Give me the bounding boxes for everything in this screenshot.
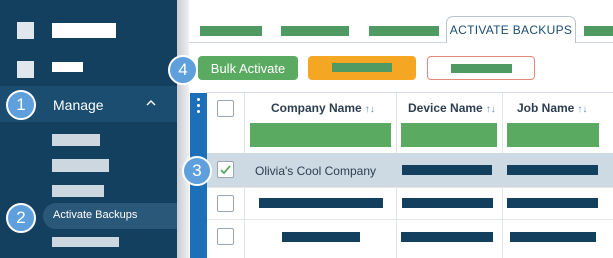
redacted-submenu-item[interactable]	[52, 134, 100, 146]
redacted-job-cell	[510, 232, 596, 242]
sidebar-item-activate-backups-label: Activate Backups	[53, 209, 138, 221]
column-header-label: Job Name	[517, 101, 575, 115]
more-vertical-icon[interactable]	[197, 98, 200, 116]
column-header-job-name[interactable]: Job Name ↑↓	[517, 101, 587, 115]
redacted-submenu-item[interactable]	[52, 159, 109, 172]
tab-redacted[interactable]	[584, 26, 613, 36]
tab-activate-backups[interactable]: ACTIVATE BACKUPS	[446, 16, 576, 43]
redacted-submenu-item[interactable]	[52, 237, 119, 247]
nav-icon[interactable]	[17, 61, 34, 78]
redacted-button-label	[332, 63, 392, 72]
table-top-border	[206, 92, 613, 93]
tab-redacted[interactable]	[281, 26, 349, 36]
row-divider	[207, 187, 613, 188]
company-filter-input[interactable]	[250, 123, 391, 147]
sort-icon[interactable]: ↑↓	[365, 104, 375, 115]
tab-redacted[interactable]	[200, 26, 262, 36]
callout-badge: 2	[6, 203, 36, 233]
row-checkbox-checked[interactable]	[217, 161, 234, 178]
redacted-outline-button[interactable]	[427, 56, 535, 80]
job-filter-input[interactable]	[507, 123, 599, 147]
redacted-company-cell	[282, 232, 360, 242]
sort-icon[interactable]: ↑↓	[577, 104, 587, 115]
row-divider	[207, 219, 613, 220]
nav-icon[interactable]	[17, 22, 34, 39]
column-header-label: Company Name	[271, 101, 362, 115]
callout-badge: 4	[168, 55, 198, 85]
column-header-company-name[interactable]: Company Name ↑↓	[271, 101, 375, 115]
row-checkbox[interactable]	[217, 228, 234, 245]
device-filter-input[interactable]	[401, 123, 497, 147]
redacted-device-cell	[402, 165, 492, 175]
sort-icon[interactable]: ↑↓	[486, 104, 496, 115]
redacted-submenu-item[interactable]	[52, 185, 104, 197]
redacted-device-cell	[401, 232, 493, 242]
column-header-label: Device Name	[408, 101, 483, 115]
redacted-nav-label[interactable]	[52, 23, 116, 38]
sidebar-item-manage-label: Manage	[53, 97, 104, 113]
callout-badge: 1	[6, 90, 36, 120]
redacted-device-cell	[402, 198, 493, 208]
redacted-button-label	[451, 64, 512, 73]
redacted-job-cell	[507, 165, 598, 175]
select-all-checkbox[interactable]	[217, 100, 234, 117]
chevron-up-icon[interactable]	[146, 98, 156, 108]
column-header-device-name[interactable]: Device Name ↑↓	[408, 101, 496, 115]
redacted-nav-label[interactable]	[52, 62, 83, 72]
redacted-orange-button[interactable]	[308, 56, 416, 80]
redacted-company-cell	[259, 198, 383, 208]
bulk-activate-button[interactable]: Bulk Activate	[198, 56, 298, 80]
redacted-job-cell	[507, 198, 598, 208]
row-checkbox[interactable]	[217, 195, 234, 212]
company-name-cell: Olivia's Cool Company	[255, 164, 377, 178]
tab-redacted[interactable]	[369, 26, 439, 36]
callout-badge: 3	[182, 156, 212, 186]
checkmark-icon	[220, 165, 231, 175]
sidebar-divider	[177, 0, 189, 258]
